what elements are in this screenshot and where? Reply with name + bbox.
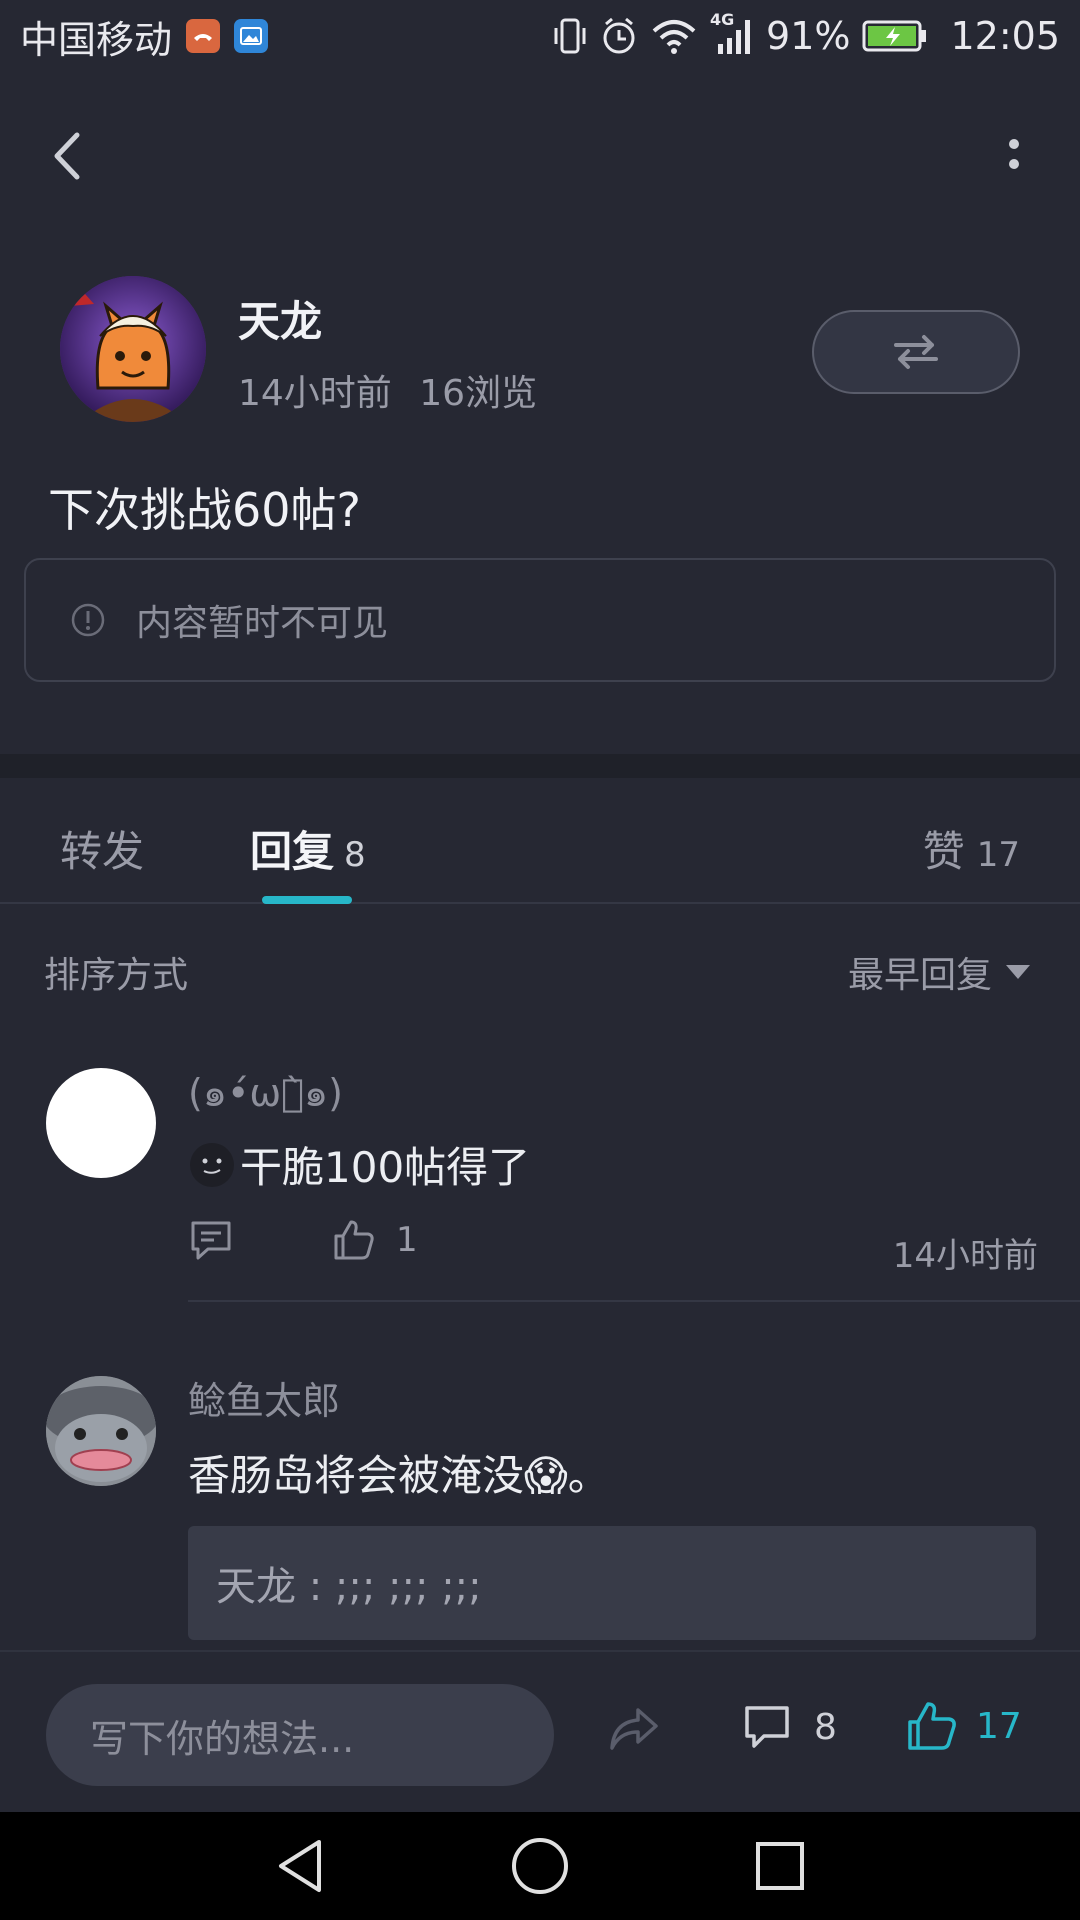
triangle-back-icon [279,1840,321,1892]
carrier-label: 中国移动 [20,17,173,62]
top-app-bar [0,100,1080,210]
bottom-action-bar: 写下你的想法... 8 17 [0,1650,1080,1812]
post-views: 16浏览 [419,373,538,414]
status-bar: 中国移动 4G 91% 12:05 [0,0,1080,72]
active-tab-indicator [262,896,352,904]
clock: 12:05 [950,14,1060,58]
sort-dropdown[interactable]: 最早回复 [848,946,1030,998]
caret-down-icon [1006,965,1030,979]
comment-text: 香肠岛将会被淹没😱。 [188,1451,610,1500]
reply-comment-icon[interactable] [188,1218,234,1262]
chevron-left-icon [54,132,80,180]
system-nav-bar [0,1812,1080,1920]
hidden-content-text: 内容暂时不可见 [136,603,389,644]
sort-bar: 排序方式 最早回复 [0,904,1080,1034]
smirk-emoji-icon [190,1142,234,1187]
comment-time: 14小时前 [892,1236,1038,1276]
commenter-avatar[interactable] [46,1068,156,1178]
tab-like-label: 赞 [922,827,965,876]
square-recents-icon [756,1842,804,1890]
comments-button[interactable]: 8 [742,1702,837,1752]
gallery-icon [234,19,269,53]
post-author-header: 天龙 14小时前 16浏览 [60,276,1020,426]
tab-reply-count: 8 [344,835,366,875]
sort-selected-value: 最早回复 [847,955,992,996]
hidden-content-notice: 内容暂时不可见 [24,558,1056,682]
comment-bubble-icon [745,1706,789,1748]
nav-home-button[interactable] [510,1836,570,1896]
comment-separator [188,1300,1080,1302]
comment-like-count: 1 [396,1220,418,1260]
author-name[interactable]: 天龙 [238,288,322,349]
tab-reply[interactable]: 回复 8 [250,818,366,879]
alarm-icon [603,17,635,54]
circle-home-icon [512,1838,568,1894]
comment-text-row: 干脆100帖得了 [188,1134,530,1195]
nav-recents-button[interactable] [750,1836,810,1896]
post-time: 14小时前 [238,373,392,414]
tab-forward[interactable]: 转发 [60,818,144,879]
author-avatar[interactable] [60,276,206,422]
section-divider [0,754,1080,778]
signal-icon: 4G [710,10,754,58]
nav-back-button[interactable] [270,1836,330,1896]
comment-input[interactable]: 写下你的想法... [46,1684,554,1786]
back-button[interactable] [38,128,94,184]
commenter-avatar[interactable] [46,1376,156,1486]
share-arrow-icon [610,1708,658,1750]
quoted-reply[interactable]: 天龙 : ;;; ;;; ;;; [188,1526,1036,1640]
comment-item: 鲶鱼太郎 香肠岛将会被淹没😱。 天龙 : ;;; ;;; ;;; [0,1340,1080,1650]
comment-text: 干脆100帖得了 [240,1143,531,1192]
info-alert-icon [71,603,105,637]
wifi-icon [652,20,696,54]
comment-count: 8 [814,1706,837,1748]
post-meta: 14小时前 16浏览 [238,364,537,416]
commenter-name[interactable]: (๑•́ωก̀๑) [188,1062,343,1123]
sort-label: 排序方式 [44,955,189,996]
tab-forward-label: 转发 [60,827,145,876]
battery-charging-icon [862,20,927,52]
vibrate-icon [554,18,586,54]
repost-button[interactable] [812,310,1020,394]
comment-item: (๑•́ωก̀๑) 干脆100帖得了 1 14小时前 [0,1034,1080,1304]
missed-call-icon [186,19,221,53]
tab-like-count: 17 [976,835,1020,875]
commenter-name[interactable]: 鲶鱼太郎 [188,1370,340,1425]
thumbs-up-icon [334,1220,374,1260]
interaction-tabs: 转发 回复 8 赞 17 [0,778,1080,904]
tab-reply-label: 回复 [250,827,335,876]
like-count: 17 [976,1705,1022,1747]
more-vertical-icon [1009,139,1019,169]
more-options-button[interactable] [986,128,1042,184]
like-button[interactable]: 17 [906,1700,1022,1752]
share-button[interactable] [606,1704,662,1758]
post-title: 下次挑战60帖? [48,483,361,537]
tab-like[interactable]: 赞 17 [923,818,1020,879]
thumbs-up-icon [908,1702,956,1750]
battery-percent: 91% [766,14,851,58]
swap-arrows-icon [894,335,938,369]
comment-actions: 1 14小时前 [188,1218,1038,1288]
comment-like-button[interactable]: 1 [332,1218,418,1262]
